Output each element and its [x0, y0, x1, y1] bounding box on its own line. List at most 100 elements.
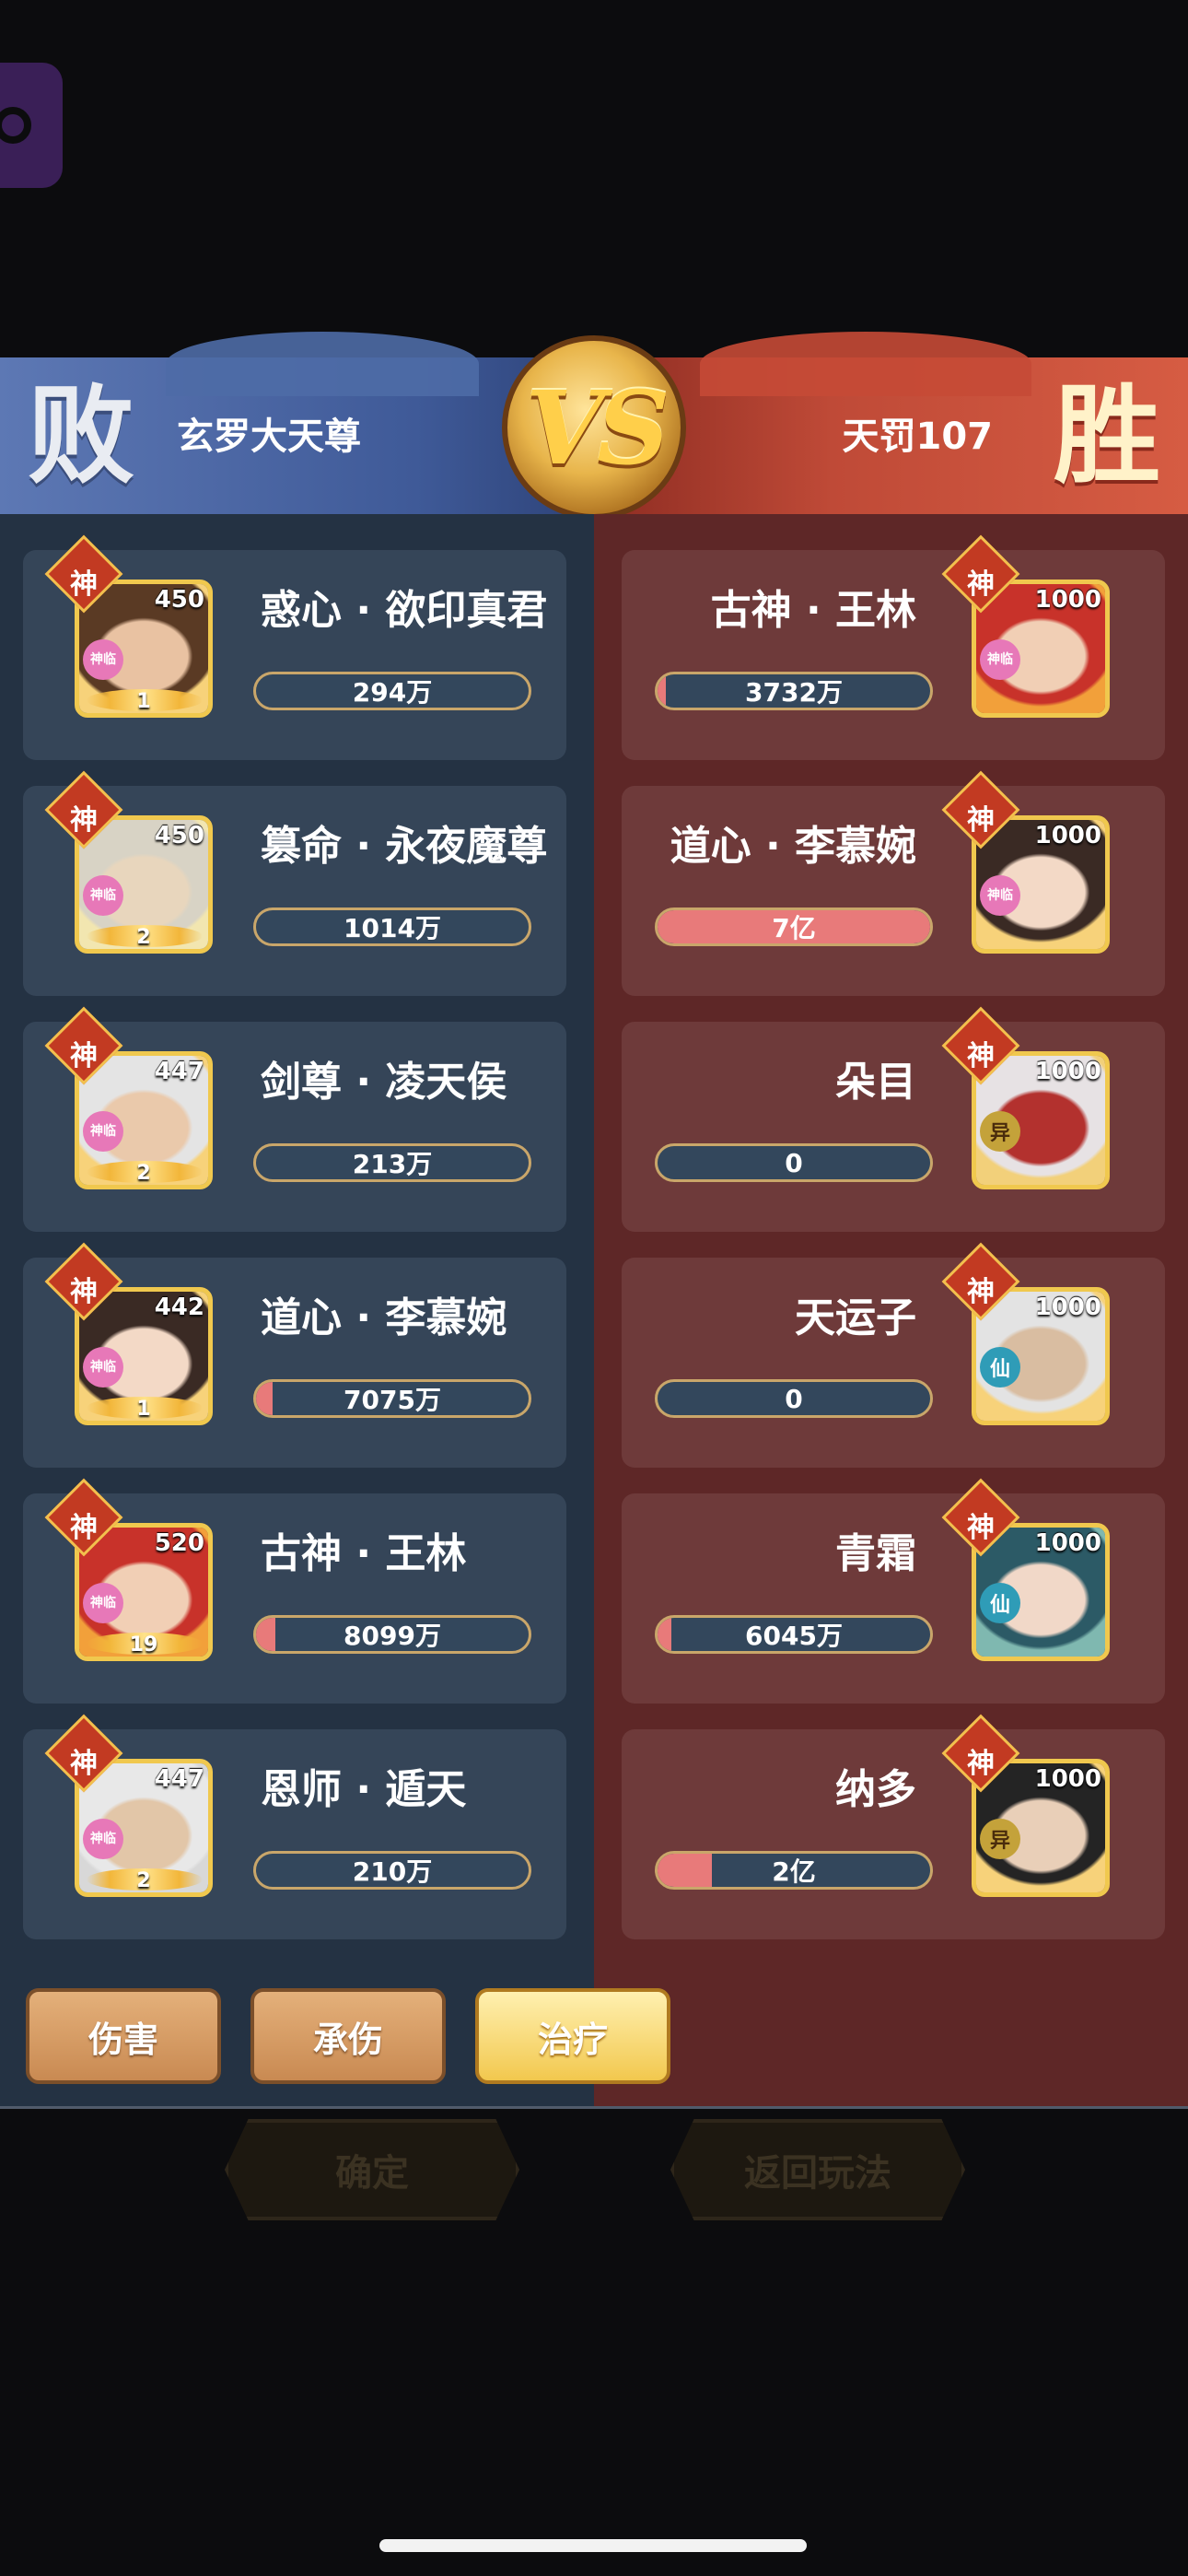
right-player-name: 天罚107: [842, 416, 994, 458]
stat-bar: 294万: [253, 672, 531, 710]
faction-badge: 神临: [83, 1111, 123, 1152]
star-count: 1: [136, 1398, 151, 1421]
hero-name: 纳多: [835, 1766, 916, 1813]
hero-name: 青霜: [835, 1530, 916, 1577]
hero-level: 520: [154, 1529, 204, 1557]
star-count: 2: [136, 926, 151, 949]
star-count: 19: [129, 1633, 158, 1657]
stat-bar: 3732万: [655, 672, 933, 710]
hero-name: 道心 · 李慕婉: [670, 823, 916, 870]
left-player-name: 玄罗大天尊: [177, 416, 361, 458]
faction-badge: 异: [980, 1111, 1020, 1152]
faction-badge: 神临: [83, 1347, 123, 1388]
hero-name: 天运子: [795, 1294, 916, 1341]
stat-value: 6045万: [745, 1621, 843, 1651]
hero-level: 1000: [1034, 1058, 1101, 1085]
hero-level: 450: [154, 586, 204, 614]
hero-name: 惑心 · 欲印真君: [261, 587, 548, 634]
vs-text: VS: [525, 368, 670, 487]
hero-level: 1000: [1034, 822, 1101, 849]
hero-level: 447: [154, 1765, 204, 1793]
tab-damage[interactable]: 伤害: [26, 1988, 221, 2084]
left-hero-card[interactable]: 神临 447 2 神恩师 · 遁天 210万: [23, 1714, 566, 1939]
faction-badge: 神临: [83, 875, 123, 916]
faction-badge: 神临: [980, 639, 1020, 680]
hero-name: 朵目: [835, 1059, 916, 1106]
faction-badge: 仙: [980, 1583, 1020, 1623]
red-flame-decoration: [700, 332, 1031, 396]
stat-bar: 0: [655, 1143, 933, 1182]
left-hero-card[interactable]: 神临 450 1 神惑心 · 欲印真君 294万: [23, 534, 566, 760]
blue-flame-decoration: [166, 332, 479, 396]
menu-tab[interactable]: [0, 63, 63, 188]
faction-badge: 神临: [83, 1819, 123, 1859]
faction-badge: 仙: [980, 1347, 1020, 1388]
god-badge: 神: [967, 568, 995, 601]
faction-badge: 神临: [83, 1583, 123, 1623]
ring-icon: [0, 107, 31, 144]
stat-value: 0: [785, 1383, 803, 1414]
stat-bar: 213万: [253, 1143, 531, 1182]
stat-value: 8099万: [344, 1621, 441, 1651]
hero-name: 剑尊 · 凌天侯: [261, 1059, 507, 1106]
stat-bar: 2亿: [655, 1851, 933, 1890]
left-hero-card[interactable]: 神临 442 1 神道心 · 李慕婉 7075万: [23, 1242, 566, 1468]
stat-bar: 7075万: [253, 1379, 531, 1418]
god-badge: 神: [70, 1512, 98, 1544]
stat-value: 1014万: [344, 913, 441, 943]
hero-level: 1000: [1034, 1529, 1101, 1557]
tab-healing[interactable]: 治疗: [475, 1988, 670, 2084]
god-badge: 神: [967, 1748, 995, 1780]
faction-badge: 异: [980, 1819, 1020, 1859]
stat-bar: 6045万: [655, 1615, 933, 1654]
hero-name: 篡命 · 永夜魔尊: [261, 823, 548, 870]
stat-bar: 0: [655, 1379, 933, 1418]
stat-value: 294万: [352, 677, 433, 708]
right-hero-card[interactable]: 仙 1000 神青霜 6045万: [622, 1478, 1165, 1704]
faction-badge: 神临: [83, 639, 123, 680]
stat-bar: 210万: [253, 1851, 531, 1890]
god-badge: 神: [70, 1748, 98, 1780]
vs-emblem: VS: [502, 335, 686, 520]
hero-name: 恩师 · 遁天: [261, 1766, 467, 1813]
defeat-label: 败: [28, 373, 134, 498]
stat-bar: 1014万: [253, 907, 531, 946]
left-hero-card[interactable]: 神临 447 2 神剑尊 · 凌天侯 213万: [23, 1006, 566, 1232]
victory-label: 胜: [1054, 373, 1160, 498]
right-hero-card[interactable]: 神临 1000 神古神 · 王林 3732万: [622, 534, 1165, 760]
star-count: 2: [136, 1162, 151, 1185]
hero-name: 道心 · 李慕婉: [261, 1294, 507, 1341]
hero-level: 1000: [1034, 1765, 1101, 1793]
star-count: 2: [136, 1869, 151, 1892]
stat-bar: 8099万: [253, 1615, 531, 1654]
confirm-button[interactable]: 确定: [225, 2119, 519, 2220]
star-count: 1: [136, 690, 151, 713]
god-badge: 神: [70, 1276, 98, 1308]
hero-level: 1000: [1034, 586, 1101, 614]
tab-damage-taken[interactable]: 承伤: [250, 1988, 446, 2084]
stat-value: 0: [785, 1147, 803, 1178]
right-hero-card[interactable]: 仙 1000 神天运子 0: [622, 1242, 1165, 1468]
hero-name: 古神 · 王林: [261, 1530, 467, 1577]
god-badge: 神: [967, 1512, 995, 1544]
god-badge: 神: [967, 1276, 995, 1308]
god-badge: 神: [967, 804, 995, 837]
right-hero-card[interactable]: 神临 1000 神道心 · 李慕婉 7亿: [622, 770, 1165, 996]
hero-level: 447: [154, 1058, 204, 1085]
panel-divider: [0, 2106, 1188, 2109]
stat-value: 7亿: [772, 913, 816, 943]
left-hero-card[interactable]: 神临 520 19 神古神 · 王林 8099万: [23, 1478, 566, 1704]
faction-badge: 神临: [980, 875, 1020, 916]
battle-header: 败 玄罗大天尊 天罚107 胜 VS: [0, 332, 1188, 520]
home-indicator[interactable]: [379, 2539, 807, 2552]
hero-level: 442: [154, 1294, 204, 1321]
hero-name: 古神 · 王林: [710, 587, 916, 634]
stat-value: 3732万: [745, 677, 843, 708]
stat-value: 2亿: [772, 1856, 816, 1887]
back-to-mode-button[interactable]: 返回玩法: [670, 2119, 965, 2220]
god-badge: 神: [967, 1040, 995, 1072]
right-hero-card[interactable]: 异 1000 神朵目 0: [622, 1006, 1165, 1232]
left-hero-card[interactable]: 神临 450 2 神篡命 · 永夜魔尊 1014万: [23, 770, 566, 996]
hero-level: 450: [154, 822, 204, 849]
right-hero-card[interactable]: 异 1000 神纳多 2亿: [622, 1714, 1165, 1939]
